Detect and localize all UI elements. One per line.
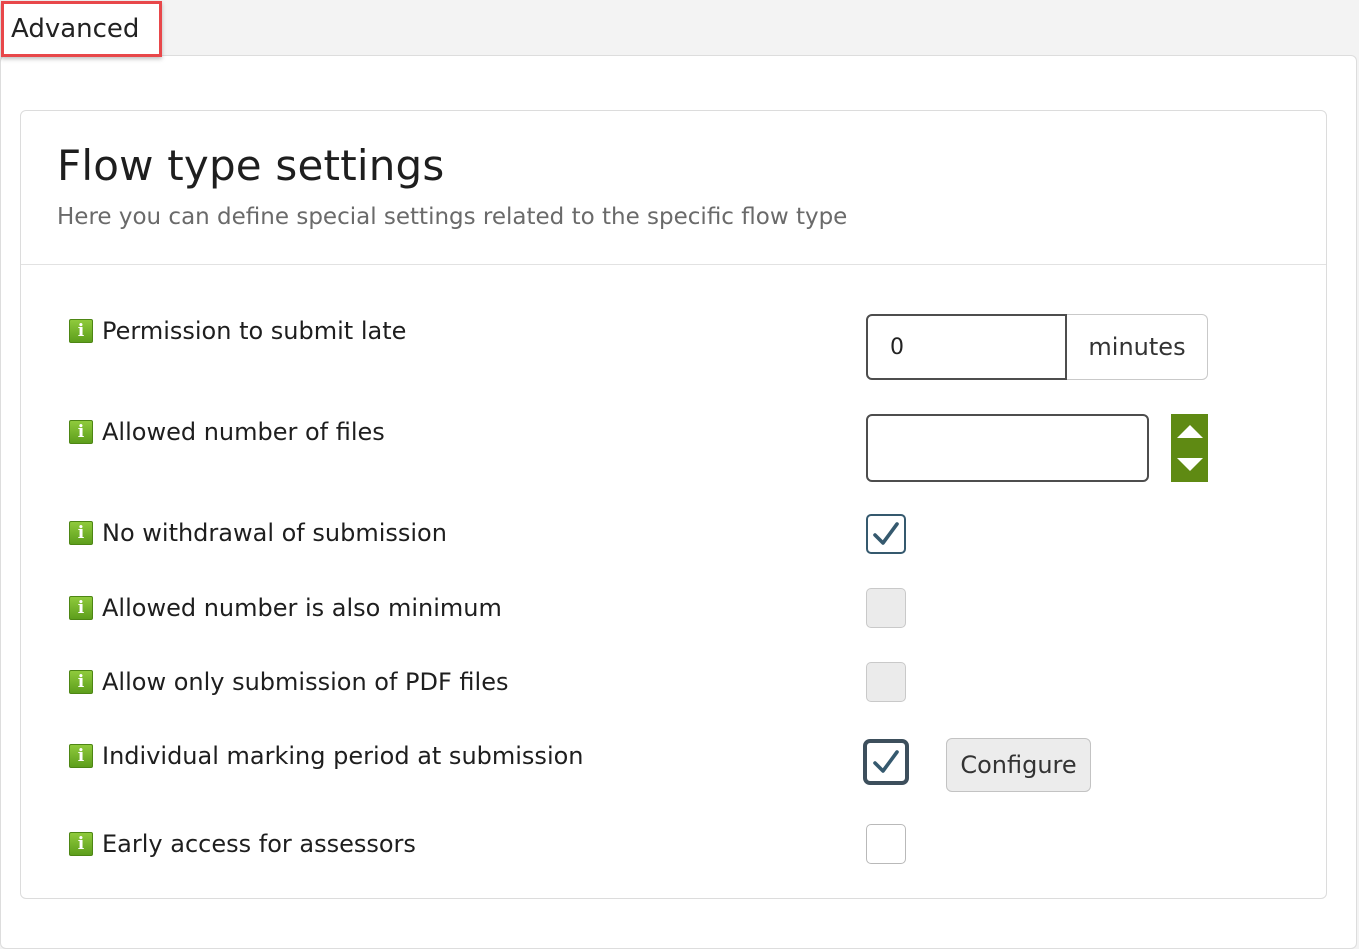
minutes-unit-label: minutes xyxy=(1067,314,1208,380)
setting-permission-late: i Permission to submit late xyxy=(69,317,406,345)
setting-pdf-only: i Allow only submission of PDF files xyxy=(69,668,509,696)
flow-type-settings-card: Flow type settings Here you can define s… xyxy=(20,110,1327,899)
checkmark-icon xyxy=(873,750,899,773)
page-title: Flow type settings xyxy=(57,141,445,190)
setting-label: Allowed number of files xyxy=(102,418,385,446)
allowed-files-stepper xyxy=(1171,414,1208,482)
info-icon[interactable]: i xyxy=(69,521,93,545)
setting-individual-marking: i Individual marking period at submissio… xyxy=(69,742,584,770)
setting-label: Individual marking period at submission xyxy=(102,742,584,770)
setting-label: Early access for assessors xyxy=(102,830,416,858)
no-withdrawal-checkbox[interactable] xyxy=(866,514,906,554)
info-icon[interactable]: i xyxy=(69,596,93,620)
allowed-minimum-checkbox[interactable] xyxy=(866,588,906,628)
info-icon[interactable]: i xyxy=(69,420,93,444)
pdf-only-checkbox[interactable] xyxy=(866,662,906,702)
checkmark-icon xyxy=(873,522,899,545)
card-header: Flow type settings Here you can define s… xyxy=(21,111,1326,265)
setting-allowed-minimum: i Allowed number is also minimum xyxy=(69,594,502,622)
late-minutes-input[interactable] xyxy=(866,314,1067,380)
setting-label: Allowed number is also minimum xyxy=(102,594,502,622)
setting-no-withdrawal: i No withdrawal of submission xyxy=(69,519,447,547)
setting-early-access: i Early access for assessors xyxy=(69,830,416,858)
setting-allowed-files: i Allowed number of files xyxy=(69,418,385,446)
info-icon[interactable]: i xyxy=(69,832,93,856)
allowed-files-input[interactable] xyxy=(866,414,1149,482)
decrement-button[interactable] xyxy=(1171,449,1208,479)
setting-label: No withdrawal of submission xyxy=(102,519,447,547)
setting-label: Allow only submission of PDF files xyxy=(102,668,509,696)
increment-button[interactable] xyxy=(1171,417,1208,447)
page-subtitle: Here you can define special settings rel… xyxy=(57,204,848,230)
tab-advanced[interactable]: Advanced xyxy=(1,1,162,57)
individual-marking-checkbox[interactable] xyxy=(863,739,909,785)
early-access-checkbox[interactable] xyxy=(866,824,906,864)
late-minutes-group: minutes xyxy=(866,314,1208,380)
arrow-up-icon xyxy=(1176,425,1203,439)
info-icon[interactable]: i xyxy=(69,744,93,768)
arrow-down-icon xyxy=(1176,457,1203,471)
info-icon[interactable]: i xyxy=(69,670,93,694)
configure-button[interactable]: Configure xyxy=(946,738,1091,792)
info-icon[interactable]: i xyxy=(69,319,93,343)
setting-label: Permission to submit late xyxy=(102,317,407,345)
